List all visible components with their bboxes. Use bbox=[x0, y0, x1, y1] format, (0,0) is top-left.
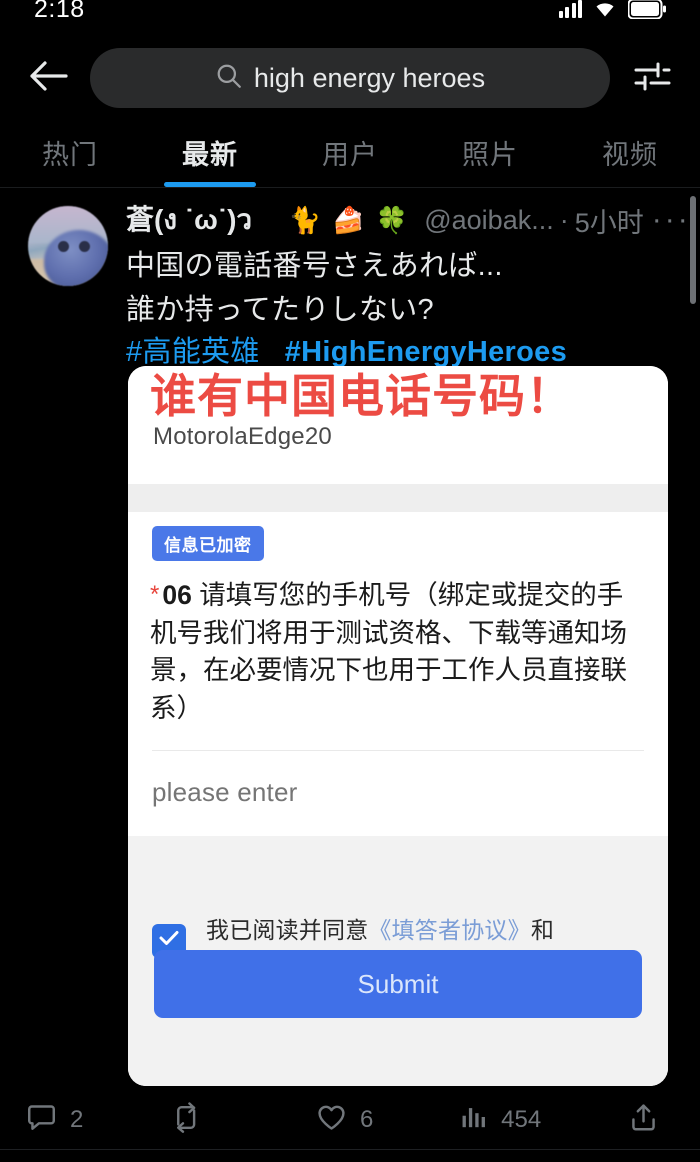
status-bar: 2:18 bbox=[0, 0, 700, 26]
phone-number-input[interactable] bbox=[152, 776, 644, 808]
share-action[interactable] bbox=[628, 1102, 672, 1138]
reply-action[interactable]: 2 bbox=[26, 1102, 83, 1138]
reply-count: 2 bbox=[70, 1105, 84, 1133]
submit-button[interactable]: Submit bbox=[154, 950, 642, 1018]
tweet-post: 蒼(ง ˙ω˙)ว ☕ 🐈 🍰 🍀 @aoibak... · 5小时 ··· 中… bbox=[0, 190, 700, 373]
tweet-text-line-2: 誰か持ってたりしない? bbox=[126, 294, 434, 327]
avatar-character bbox=[44, 230, 108, 286]
tab-latest[interactable]: 最新 bbox=[140, 118, 280, 187]
retweet-icon bbox=[170, 1101, 203, 1138]
back-button[interactable] bbox=[20, 50, 76, 106]
device-name-label: MotorolaEdge20 bbox=[153, 423, 332, 450]
form-footer: 我已阅读并同意《填答者协议》和 《腾讯问卷隐私政策》 Submit bbox=[128, 835, 668, 1086]
tab-label: 热门 bbox=[42, 140, 98, 170]
cellular-signal-icon bbox=[558, 0, 582, 18]
tab-label: 用户 bbox=[322, 140, 378, 170]
hashtag-chinese[interactable]: #高能英雄 bbox=[126, 336, 260, 368]
tab-videos[interactable]: 视频 bbox=[560, 118, 700, 187]
views-count: 454 bbox=[501, 1105, 542, 1133]
tweet-author-line: 蒼(ง ˙ω˙)ว ☕ 🐈 🍰 🍀 @aoibak... · 5小时 ··· bbox=[126, 198, 688, 242]
search-query-text: high energy heroes bbox=[253, 62, 486, 93]
tweet-action-bar: 2 6 454 bbox=[0, 1090, 700, 1150]
tweet-body: 蒼(ง ˙ω˙)ว ☕ 🐈 🍰 🍀 @aoibak... · 5小时 ··· 中… bbox=[108, 198, 688, 373]
tab-photos[interactable]: 照片 bbox=[420, 118, 560, 187]
like-count: 6 bbox=[359, 1105, 374, 1133]
checkmark-icon bbox=[158, 929, 180, 952]
search-filter-button[interactable] bbox=[624, 50, 680, 106]
agreement-conjunction: 和 bbox=[530, 916, 555, 943]
survey-form: 信息已加密 * 06 请填写您的手机号（绑定或提交的手机号我们将用于测试资格、下载… bbox=[128, 512, 668, 1086]
wifi-icon bbox=[593, 0, 617, 18]
hashtag-english[interactable]: #HighEnergyHeroes bbox=[285, 336, 567, 368]
author-display-name: 蒼(ง ˙ω˙)ว bbox=[126, 204, 253, 235]
form-spacer bbox=[128, 807, 668, 836]
tab-label: 最新 bbox=[182, 140, 238, 170]
tweet-timestamp: 5小时 bbox=[574, 207, 644, 238]
required-marker: * bbox=[150, 581, 160, 608]
back-arrow-icon bbox=[28, 59, 68, 98]
more-options-icon[interactable]: ··· bbox=[644, 205, 699, 235]
tab-label: 照片 bbox=[462, 140, 518, 170]
avatar[interactable] bbox=[28, 206, 108, 286]
author-name-emoji: ☕ 🐈 🍰 🍀 bbox=[254, 204, 411, 235]
heart-icon bbox=[316, 1102, 347, 1138]
share-upload-icon bbox=[628, 1102, 659, 1138]
analytics-bars-icon bbox=[460, 1103, 488, 1136]
tab-users[interactable]: 用户 bbox=[280, 118, 420, 187]
filter-sliders-icon bbox=[632, 58, 672, 99]
tab-label: 视频 bbox=[602, 140, 658, 170]
views-action[interactable]: 454 bbox=[460, 1103, 541, 1136]
retweet-action[interactable] bbox=[170, 1101, 216, 1138]
card-section-divider bbox=[128, 484, 668, 512]
meta-separator: · bbox=[559, 204, 569, 235]
search-input[interactable]: high energy heroes bbox=[90, 48, 610, 108]
tab-top[interactable]: 热门 bbox=[0, 118, 140, 187]
search-tabs: 热门 最新 用户 照片 视频 bbox=[0, 118, 700, 188]
status-bar-clock: 2:18 bbox=[34, 0, 85, 23]
search-header: high energy heroes bbox=[0, 42, 700, 114]
app-root: 2:18 high energy heroes 热门 最新 用户 照片 视频 蒼… bbox=[0, 0, 700, 1162]
tweet-media-card[interactable]: 谁有中国电话号码！ MotorolaEdge20 信息已加密 * 06 请填写您的… bbox=[128, 366, 668, 1086]
survey-card-header: 谁有中国电话号码！ MotorolaEdge20 bbox=[128, 366, 668, 484]
question-number: 06 bbox=[162, 580, 192, 610]
agreement-link-respondent[interactable]: 《填答者协议》 bbox=[368, 917, 530, 943]
question-text: * 06 请填写您的手机号（绑定或提交的手机号我们将用于测试资格、下载等通知场景，… bbox=[150, 577, 644, 728]
tweet-text-line-1: 中国の電話番号さえあれば... bbox=[126, 250, 503, 282]
reply-bubble-icon bbox=[26, 1102, 57, 1138]
agreement-prefix: 我已阅读并同意 bbox=[206, 916, 369, 943]
red-overlay-caption: 谁有中国电话号码！ bbox=[150, 370, 573, 422]
search-icon bbox=[215, 62, 242, 94]
status-badge: 信息已加密 bbox=[152, 526, 264, 561]
battery-icon bbox=[628, 0, 666, 19]
tab-underline bbox=[164, 182, 256, 187]
author-handle: @aoibak... bbox=[424, 204, 554, 235]
answer-field-wrapper bbox=[152, 749, 644, 808]
like-action[interactable]: 6 bbox=[316, 1102, 373, 1138]
question-body: 请填写您的手机号（绑定或提交的手机号我们将用于测试资格、下载等通知场景，在必要情… bbox=[150, 580, 627, 723]
status-bar-indicators bbox=[558, 0, 666, 19]
